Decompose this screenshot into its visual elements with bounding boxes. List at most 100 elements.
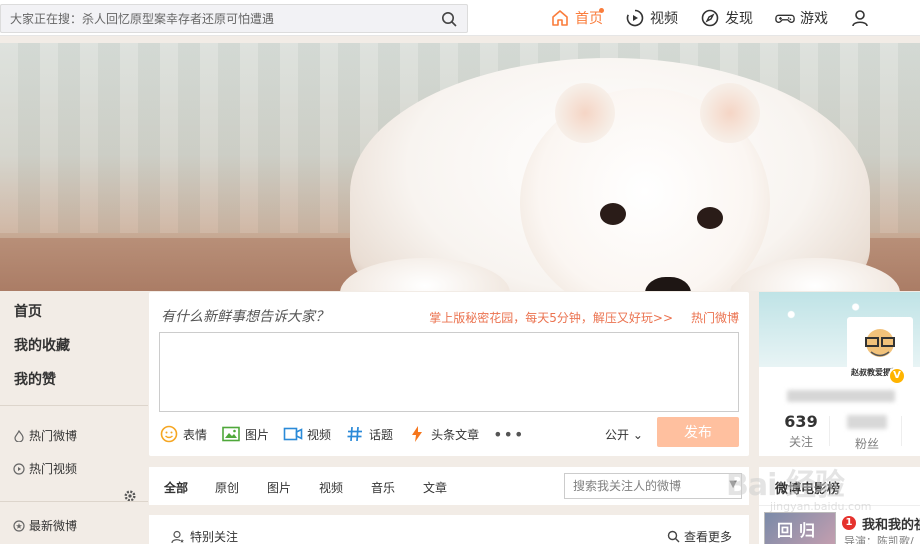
promo-link[interactable]: 掌上版秘密花园，每天5分钟，解压又好玩>>	[429, 309, 673, 326]
fans-stat[interactable]: 粉丝	[841, 412, 893, 452]
banner-dog-ear-left	[555, 83, 615, 143]
following-count: 639	[784, 412, 818, 431]
caret-down-icon[interactable]: ▼	[729, 479, 737, 490]
profile-banner-image	[0, 43, 920, 291]
panel-divider	[759, 505, 920, 506]
more-tools-button[interactable]: •••	[493, 425, 524, 444]
left-nav-latest-weibo-label: 最新微博	[29, 519, 78, 533]
visibility-select[interactable]: 公开 ⌄	[605, 426, 643, 443]
stat-separator	[901, 416, 902, 446]
left-nav-favorites[interactable]: 我的收藏	[14, 335, 70, 355]
nav-user[interactable]	[850, 0, 875, 36]
feed-tabs: 全部 原创 图片 视频 音乐 文章 ▼	[149, 467, 749, 505]
left-nav-latest-weibo[interactable]: 最新微博	[13, 517, 77, 534]
notification-dot	[599, 8, 604, 13]
movie-ranking-panel: 微博电影榜 回归 1 我和我的祖 导演：陈凯歌/	[759, 467, 920, 544]
left-nav-divider	[0, 405, 148, 406]
tab-original[interactable]: 原创	[215, 479, 239, 496]
emoji-tool-label: 表情	[183, 427, 208, 442]
view-more-label: 查看更多	[684, 530, 733, 544]
special-follow-bar: 特别关注 查看更多	[149, 515, 749, 544]
global-search-box[interactable]	[0, 4, 468, 33]
nav-discover-label: 发现	[725, 11, 753, 27]
emoji-tool[interactable]: 表情	[159, 425, 207, 443]
publish-textarea[interactable]	[159, 332, 739, 412]
article-tool[interactable]: 头条文章	[407, 425, 479, 443]
nav-home[interactable]: 首页	[550, 0, 604, 36]
nav-video-label: 视频	[650, 11, 678, 27]
user-star-icon	[171, 530, 184, 543]
profile-card: 赵叔教爱摄影 V 639 关注 粉丝	[759, 292, 920, 456]
tab-all[interactable]: 全部	[164, 479, 188, 496]
visibility-label: 公开	[605, 428, 630, 442]
topic-tool[interactable]: 话题	[345, 425, 393, 443]
search-icon[interactable]	[441, 11, 457, 27]
tab-music[interactable]: 音乐	[371, 479, 395, 496]
search-icon	[667, 530, 680, 543]
movie-ranking-title: 微博电影榜	[775, 482, 841, 497]
nav-video[interactable]: 视频	[625, 0, 678, 36]
star-circle-icon	[13, 519, 25, 532]
home-icon	[552, 10, 568, 26]
left-nav-hot-weibo[interactable]: 热门微博	[13, 427, 77, 444]
video-camera-icon	[283, 427, 303, 441]
movie-title-link[interactable]: 我和我的祖	[862, 514, 920, 533]
rank-badge: 1	[842, 516, 856, 530]
tab-videos[interactable]: 视频	[319, 479, 343, 496]
tab-articles[interactable]: 文章	[423, 479, 447, 496]
movie-poster-text: 回归	[777, 521, 822, 540]
special-follow-link[interactable]: 特别关注	[171, 528, 238, 544]
left-nav-home[interactable]: 首页	[14, 301, 42, 321]
fans-count-blurred	[847, 415, 887, 429]
image-tool[interactable]: 图片	[221, 425, 269, 443]
banner-dog-ear-right	[700, 83, 760, 143]
hot-weibo-link[interactable]: 热门微博	[691, 309, 739, 326]
topic-tool-label: 话题	[369, 427, 394, 442]
publish-prompt: 有什么新鲜事想告诉大家？	[161, 309, 329, 325]
publish-box: 有什么新鲜事想告诉大家？ 掌上版秘密花园，每天5分钟，解压又好玩>> 热门微博 …	[149, 292, 749, 456]
global-search-input[interactable]	[10, 9, 430, 29]
profile-name-blurred	[787, 390, 895, 402]
flame-icon	[14, 429, 24, 442]
banner-dog-eye-right	[697, 207, 723, 229]
following-stat[interactable]: 639 关注	[775, 412, 827, 450]
article-tool-label: 头条文章	[431, 427, 480, 442]
following-label: 关注	[788, 435, 813, 449]
tab-images[interactable]: 图片	[267, 479, 291, 496]
main-nav: 首页 视频 发现 游戏	[550, 0, 897, 36]
chevron-down-icon: ⌄	[632, 428, 643, 442]
compass-icon	[701, 9, 719, 27]
left-nav-likes[interactable]: 我的赞	[14, 369, 56, 389]
feed-search-box[interactable]: ▼	[564, 473, 742, 499]
verified-badge: V	[888, 367, 906, 385]
lightning-icon	[412, 426, 423, 442]
view-more-link[interactable]: 查看更多	[667, 528, 732, 544]
top-bar: 首页 视频 发现 游戏	[0, 0, 920, 36]
play-circle-icon	[13, 462, 25, 475]
video-tool-label: 视频	[307, 427, 332, 442]
left-nav-hot-video[interactable]: 热门视频	[13, 460, 77, 477]
video-play-icon	[626, 9, 644, 27]
special-follow-label: 特别关注	[190, 530, 239, 544]
publish-toolbar: 表情 图片 视频 话题 头条文章 •••	[159, 424, 538, 444]
banner-dog-eye-left	[600, 203, 626, 225]
nav-games-label: 游戏	[800, 11, 828, 27]
left-nav-divider-2	[0, 501, 148, 502]
video-tool[interactable]: 视频	[283, 425, 331, 443]
nav-games[interactable]: 游戏	[775, 0, 828, 36]
smiley-icon	[160, 425, 178, 443]
fans-label: 粉丝	[854, 437, 879, 451]
left-nav-hot-weibo-label: 热门微博	[29, 429, 78, 443]
user-icon	[852, 10, 868, 27]
gamepad-icon	[775, 14, 795, 23]
post-button[interactable]: 发布	[657, 417, 739, 447]
left-sidebar: 首页 我的收藏 我的赞 热门微博 热门视频 最新微博	[0, 291, 148, 544]
movie-director: 导演：陈凯歌/	[844, 535, 914, 544]
feed-search-input[interactable]	[573, 478, 723, 494]
nav-discover[interactable]: 发现	[700, 0, 753, 36]
image-tool-label: 图片	[245, 427, 270, 442]
left-nav-hot-video-label: 热门视频	[29, 462, 78, 476]
stat-separator	[829, 416, 830, 446]
movie-poster-thumbnail[interactable]: 回归	[764, 512, 836, 544]
hashtag-icon	[347, 426, 363, 442]
